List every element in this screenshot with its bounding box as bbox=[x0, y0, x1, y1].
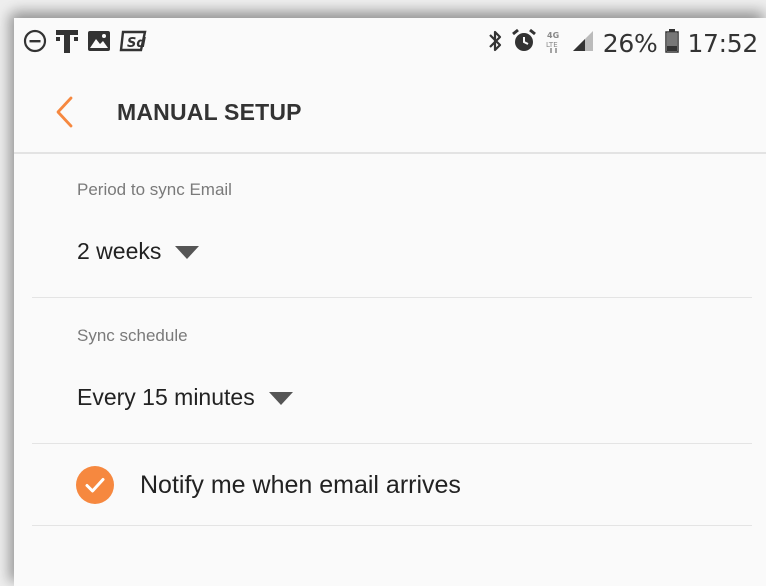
svg-text:LTE: LTE bbox=[546, 41, 558, 49]
sync-period-label: Period to sync Email bbox=[77, 180, 232, 199]
battery-percent: 26% bbox=[602, 28, 658, 58]
divider bbox=[32, 525, 752, 526]
sync-schedule-dropdown[interactable]: Every 15 minutes bbox=[77, 384, 293, 411]
sync-schedule-value: Every 15 minutes bbox=[77, 384, 255, 410]
app-bar: MANUAL SETUP bbox=[14, 74, 766, 154]
dropdown-arrow-icon bbox=[268, 392, 293, 405]
sync-period-value: 2 weeks bbox=[77, 238, 162, 264]
battery-icon bbox=[665, 28, 680, 58]
t-mobile-icon bbox=[55, 28, 79, 59]
status-bar-left: Sd bbox=[23, 28, 149, 59]
signal-app-icon: Sd bbox=[119, 28, 149, 59]
divider bbox=[32, 297, 752, 298]
checkmark-icon bbox=[85, 478, 105, 493]
alarm-icon bbox=[511, 28, 537, 59]
sync-schedule-label: Sync schedule bbox=[77, 326, 188, 345]
lte-icon: 4G LTE bbox=[545, 28, 563, 59]
notify-row[interactable]: Notify me when email arrives bbox=[14, 445, 766, 527]
page-title: MANUAL SETUP bbox=[117, 99, 302, 125]
clock: 17:52 bbox=[687, 28, 758, 58]
divider bbox=[32, 443, 752, 444]
chevron-left-icon[interactable] bbox=[52, 94, 78, 130]
dropdown-arrow-icon bbox=[175, 246, 200, 259]
bluetooth-icon bbox=[487, 28, 503, 59]
do-not-disturb-icon bbox=[23, 29, 47, 58]
phone-screen: Sd 4G LTE 26% 17:52 MANUAL SETUP Period … bbox=[14, 18, 766, 586]
gallery-icon bbox=[87, 30, 111, 57]
notify-label: Notify me when email arrives bbox=[140, 471, 461, 499]
svg-text:Sd: Sd bbox=[127, 36, 146, 51]
signal-icon bbox=[571, 29, 595, 58]
svg-text:4G: 4G bbox=[547, 31, 559, 40]
notify-checkbox[interactable] bbox=[76, 466, 114, 504]
status-bar: Sd 4G LTE 26% 17:52 bbox=[14, 18, 766, 74]
status-bar-right: 4G LTE 26% 17:52 bbox=[487, 26, 758, 60]
sync-period-dropdown[interactable]: 2 weeks bbox=[77, 238, 200, 265]
